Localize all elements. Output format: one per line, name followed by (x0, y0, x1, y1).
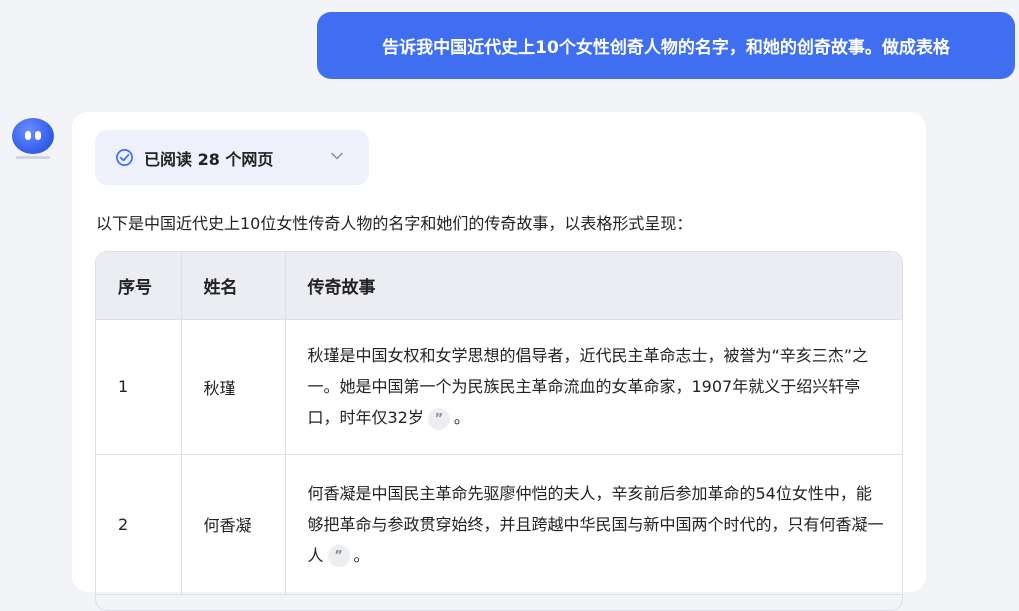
user-message-bubble: 告诉我中国近代史上10个女性创奇人物的名字，和她的创奇故事。做成表格 (317, 12, 1015, 79)
story-table: 序号 姓名 传奇故事 1 秋瑾 秋瑾是中国女权和女学思想的倡导者，近代民主革命志… (95, 251, 903, 611)
assistant-avatar (10, 118, 56, 160)
citation-quote-icon[interactable]: ” (327, 545, 350, 567)
row-story: 秋瑾是中国女权和女学思想的倡导者，近代民主革命志士，被誉为“辛亥三杰”之一。她是… (285, 319, 902, 455)
row-story: 何香凝是中国民主革命先驱廖仲恺的夫人，辛亥前后参加革命的54位女性中，能够把革命… (285, 454, 902, 595)
chevron-down-icon (331, 152, 343, 160)
story-end: 。 (353, 545, 370, 565)
user-message-text: 告诉我中国近代史上10个女性创奇人物的名字，和她的创奇故事。做成表格 (382, 38, 950, 58)
header-index: 序号 (96, 252, 182, 320)
story-text: 何香凝是中国民主革命先驱廖仲恺的夫人，辛亥前后参加革命的54位女性中，能够把革命… (307, 483, 884, 565)
assistant-answer-card: 已阅读 28 个网页 以下是中国近代史上10位女性传奇人物的名字和她们的传奇故事… (72, 112, 926, 611)
read-webpages-label: 已阅读 28 个网页 (144, 149, 274, 169)
row-name: 何香凝 (181, 454, 286, 595)
story-end: 。 (453, 408, 470, 427)
table-row: 2 何香凝 何香凝是中国民主革命先驱廖仲恺的夫人，辛亥前后参加革命的54位女性中… (96, 454, 902, 595)
row-name: 秋瑾 (181, 319, 286, 455)
intro-text: 以下是中国近代史上10位女性传奇人物的名字和她们的传奇故事，以表格形式呈现： (96, 214, 693, 233)
check-circle-icon (116, 149, 133, 166)
story-text: 秋瑾是中国女权和女学思想的倡导者，近代民主革命志士，被誉为“辛亥三杰”之一。她是… (307, 346, 869, 427)
header-name: 姓名 (181, 252, 286, 320)
read-webpages-toggle[interactable]: 已阅读 28 个网页 (95, 130, 369, 185)
table-row: 1 秋瑾 秋瑾是中国女权和女学思想的倡导者，近代民主革命志士，被誉为“辛亥三杰”… (96, 319, 902, 455)
citation-quote-icon[interactable]: ” (427, 407, 450, 430)
row-index: 2 (96, 454, 182, 595)
row-index: 1 (96, 319, 182, 455)
table-header-row: 序号 姓名 传奇故事 (96, 252, 902, 320)
robot-head-icon (12, 118, 54, 154)
header-story: 传奇故事 (285, 252, 902, 320)
